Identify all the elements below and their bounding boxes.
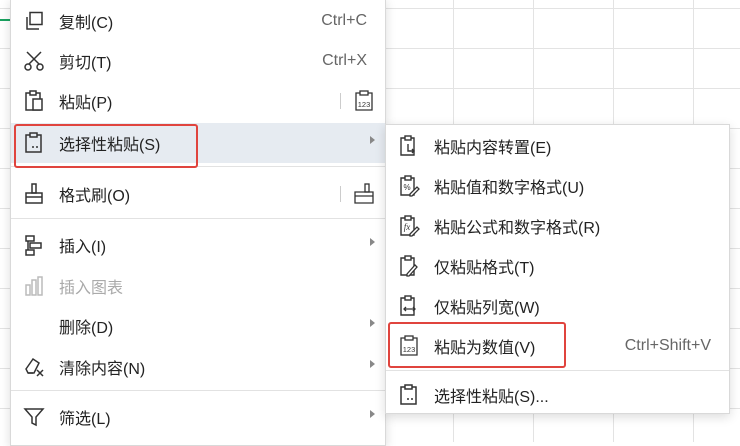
- insert-icon: [23, 234, 45, 256]
- menu-item-filter[interactable]: 筛选(L): [11, 397, 385, 437]
- svg-text:fx: fx: [404, 222, 411, 232]
- menu-item-clear-contents[interactable]: 清除内容(N): [11, 347, 385, 387]
- annotation-highlight-box: [14, 124, 198, 168]
- submenu-item-paste-special-dialog[interactable]: 选择性粘贴(S)...: [386, 375, 729, 415]
- menu-item-paste[interactable]: 粘贴(P) 123: [11, 81, 385, 121]
- menu-item-copy[interactable]: 复制(C) Ctrl+C: [11, 1, 385, 41]
- menu-item-label: 粘贴(P): [59, 95, 113, 112]
- svg-text:123: 123: [358, 100, 371, 109]
- menu-item-label: 插入图表: [59, 280, 124, 297]
- menu-item-cut[interactable]: 剪切(T) Ctrl+X: [11, 41, 385, 81]
- shortcut-label: Ctrl+Shift+V: [624, 337, 711, 354]
- shortcut-label: Ctrl+X: [322, 52, 367, 69]
- divider: [340, 93, 341, 109]
- menu-item-insert-chart: 插入图表: [11, 266, 385, 306]
- transpose-paste-icon: [398, 135, 420, 157]
- menu-item-label: 清除内容(N): [59, 361, 146, 378]
- menu-item-format-painter[interactable]: 格式刷(O): [11, 174, 385, 214]
- copy-icon: [23, 10, 45, 32]
- paste-values-icon[interactable]: 123: [353, 90, 375, 112]
- submenu-item-paste-value-format[interactable]: % 粘贴值和数字格式(U): [386, 166, 729, 206]
- chevron-right-icon: [370, 238, 375, 246]
- active-cell-edge: [0, 19, 10, 21]
- chevron-right-icon: [370, 360, 375, 368]
- scissors-icon: [23, 50, 45, 72]
- eraser-icon: [23, 356, 45, 378]
- svg-text:%: %: [403, 183, 410, 192]
- menu-item-label: 选择性粘贴(S)...: [434, 389, 549, 406]
- submenu-item-paste-format-only[interactable]: 仅粘贴格式(T): [386, 246, 729, 286]
- divider: [340, 186, 341, 202]
- menu-item-label: 格式刷(O): [59, 188, 131, 205]
- shortcut-label: Ctrl+C: [321, 12, 367, 29]
- chart-icon: [23, 275, 45, 297]
- paste-format-only-icon: [398, 255, 420, 277]
- paste-value-format-icon: %: [398, 175, 420, 197]
- menu-separator: [11, 218, 385, 219]
- menu-item-insert[interactable]: 插入(I): [11, 225, 385, 265]
- menu-item-delete[interactable]: 删除(D): [11, 306, 385, 346]
- submenu-item-transpose[interactable]: 粘贴内容转置(E): [386, 126, 729, 166]
- menu-item-label: 仅粘贴列宽(W): [434, 300, 540, 317]
- annotation-highlight-box: [388, 322, 566, 368]
- menu-item-label: 剪切(T): [59, 55, 112, 72]
- menu-item-label: 插入(I): [59, 239, 107, 256]
- menu-item-label: 粘贴公式和数字格式(R): [434, 220, 601, 237]
- submenu-item-paste-column-width[interactable]: 仅粘贴列宽(W): [386, 286, 729, 326]
- menu-item-label: 粘贴内容转置(E): [434, 140, 552, 157]
- chevron-right-icon: [370, 410, 375, 418]
- menu-separator: [11, 390, 385, 391]
- filter-icon: [23, 406, 45, 428]
- menu-item-label: 复制(C): [59, 15, 114, 32]
- paste-special-submenu: 粘贴内容转置(E) % 粘贴值和数字格式(U) fx 粘贴公式和数字格式(R) …: [385, 124, 730, 414]
- menu-separator: [386, 370, 729, 371]
- paste-icon: [23, 90, 45, 112]
- menu-item-label: 仅粘贴格式(T): [434, 260, 535, 277]
- format-painter-icon: [23, 183, 45, 205]
- menu-item-label: 删除(D): [59, 320, 114, 337]
- format-painter-icon[interactable]: [353, 183, 375, 205]
- paste-column-width-icon: [398, 295, 420, 317]
- menu-item-label: 筛选(L): [59, 411, 111, 428]
- paste-special-icon: [398, 384, 420, 406]
- paste-formula-format-icon: fx: [398, 215, 420, 237]
- chevron-right-icon: [370, 319, 375, 327]
- context-menu: 复制(C) Ctrl+C 剪切(T) Ctrl+X 粘贴(P) 123 选择性粘…: [10, 0, 386, 446]
- chevron-right-icon: [370, 136, 375, 144]
- submenu-item-paste-formula-format[interactable]: fx 粘贴公式和数字格式(R): [386, 206, 729, 246]
- menu-item-label: 粘贴值和数字格式(U): [434, 180, 585, 197]
